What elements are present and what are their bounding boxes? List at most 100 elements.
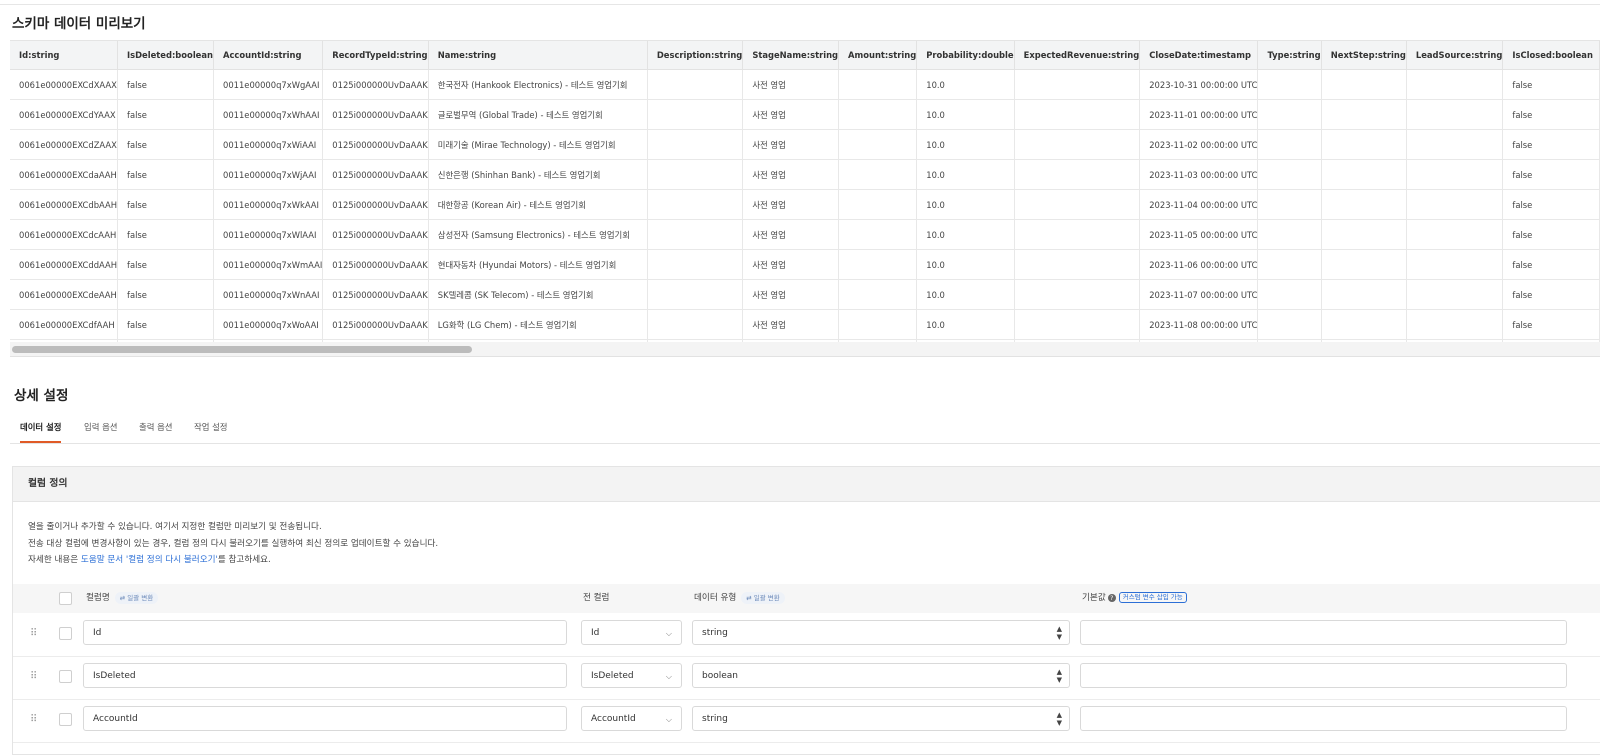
data-type-select[interactable]: boolean ▲ ▼	[692, 663, 1070, 688]
table-cell: 삼성전자 (Samsung Electronics) - 테스트 영업기회	[428, 219, 648, 250]
table-cell: 미래기술 (Mirae Technology) - 테스트 영업기회	[428, 129, 648, 160]
bulk-convert-name-button[interactable]: ⇄ 일괄 변환	[114, 591, 159, 604]
column-name-input[interactable]: AccountId	[83, 706, 567, 731]
tab-output-options[interactable]: 출력 옵션	[139, 411, 172, 443]
table-cell: false	[1502, 69, 1600, 100]
table-cell: false	[1502, 309, 1600, 340]
tab-job-settings[interactable]: 작업 설정	[194, 411, 227, 443]
table-cell	[1321, 279, 1407, 310]
table-cell: 0011e00000q7xWlAAI	[213, 219, 324, 250]
table-cell: 2023-10-31 00:00:00 UTC	[1139, 69, 1259, 100]
sort-arrows-icon: ▲ ▼	[1056, 668, 1062, 684]
drag-handle-icon[interactable]: ⠿	[30, 671, 37, 682]
chevron-down-icon: ⌵	[665, 672, 672, 681]
column-definition-row: ⠿ Id Id ⌵ string ▲ ▼	[13, 613, 1600, 657]
table-cell: 0011e00000q7xWkAAI	[213, 189, 324, 220]
table-cell	[838, 159, 918, 190]
select-value: AccountId	[591, 714, 636, 724]
drag-handle-icon[interactable]: ⠿	[30, 628, 37, 639]
source-column-select[interactable]: AccountId ⌵	[581, 706, 682, 731]
table-row: 0061e00000EXCdZAAX false 0011e00000q7xWiAA…	[10, 129, 1600, 160]
row-checkbox[interactable]	[59, 627, 72, 640]
table-cell: 0061e00000EXCdZAAX	[10, 129, 118, 160]
table-cell: 2023-11-03 00:00:00 UTC	[1139, 159, 1259, 190]
table-cell: false	[1502, 99, 1600, 130]
data-type-select[interactable]: string ▲ ▼	[692, 706, 1070, 731]
table-cell: 사전 영업	[742, 159, 840, 190]
input-value: AccountId	[93, 714, 138, 724]
table-cell	[1257, 189, 1322, 220]
row-checkbox[interactable]	[59, 713, 72, 726]
source-column-select[interactable]: IsDeleted ⌵	[581, 663, 682, 688]
table-cell	[1257, 279, 1322, 310]
column-header: StageName:string	[742, 41, 840, 70]
table-row: 0061e00000EXCdaAAH false 0011e00000q7xWjAA…	[10, 159, 1600, 190]
table-cell: 2023-11-06 00:00:00 UTC	[1139, 249, 1259, 280]
default-value-input[interactable]	[1080, 706, 1567, 731]
description-line: 열을 줄이거나 추가할 수 있습니다. 여기서 지정한 컬럼만 미리보기 및 전…	[28, 522, 322, 532]
column-name-input[interactable]: IsDeleted	[83, 663, 567, 688]
column-header: RecordTypeId:string	[322, 41, 429, 70]
default-value-input[interactable]	[1080, 663, 1567, 688]
column-definition-row: ⠿ IsDeleted IsDeleted ⌵ boolean ▲ ▼	[13, 656, 1600, 700]
table-cell: 0061e00000EXCdbAAH	[10, 189, 118, 220]
table-cell	[1014, 129, 1141, 160]
table-cell: 사전 영업	[742, 309, 840, 340]
help-doc-link[interactable]: 도움말 문서 '컬럼 정의 다시 불러오기'	[81, 555, 218, 565]
column-header: Amount:string	[838, 41, 918, 70]
select-value: Id	[591, 628, 600, 638]
source-column-select[interactable]: Id ⌵	[581, 620, 682, 645]
table-cell: 2023-11-01 00:00:00 UTC	[1139, 99, 1259, 130]
table-cell: 0061e00000EXCddAAH	[10, 249, 118, 280]
help-icon[interactable]: ?	[1107, 593, 1116, 602]
custom-variable-tag: 커스텀 변수 삽입 가능	[1118, 592, 1187, 603]
input-value: Id	[93, 628, 102, 638]
table-cell: 2023-11-04 00:00:00 UTC	[1139, 189, 1259, 220]
header-label: 컬럼명	[86, 593, 110, 603]
chevron-down-icon: ⌵	[665, 629, 672, 638]
default-value-input[interactable]	[1080, 620, 1567, 645]
bulk-convert-type-button[interactable]: ⇄ 일괄 변환	[741, 591, 785, 604]
header-data-type: 데이터 유형 ⇄ 일괄 변환	[694, 584, 785, 613]
table-cell: 0061e00000EXCdXAAX	[10, 69, 118, 100]
table-cell	[647, 99, 744, 130]
select-all-checkbox[interactable]	[59, 592, 72, 605]
table-cell	[647, 129, 744, 160]
table-row: 0061e00000EXCdcAAH false 0011e00000q7xWlAA…	[10, 219, 1600, 250]
scrollbar-thumb[interactable]	[12, 346, 472, 353]
table-cell	[1406, 99, 1504, 130]
table-cell	[1257, 129, 1322, 160]
header-column-name: 컬럼명 ⇄ 일괄 변환	[86, 584, 159, 613]
table-cell: false	[1502, 189, 1600, 220]
table-cell	[1406, 129, 1504, 160]
pill-label: 일괄 변환	[127, 593, 154, 602]
table-cell: 2023-11-07 00:00:00 UTC	[1139, 279, 1259, 310]
table-cell: false	[117, 249, 214, 280]
drag-handle-icon[interactable]: ⠿	[30, 714, 37, 725]
column-definition-header: 컬럼명 ⇄ 일괄 변환 전 컬럼 데이터 유형 ⇄ 일괄 변환 기본값? 커스텀 변수…	[13, 584, 1600, 613]
table-cell: 2023-11-02 00:00:00 UTC	[1139, 129, 1259, 160]
header-label: 데이터 유형	[694, 593, 737, 603]
data-type-select[interactable]: string ▲ ▼	[692, 620, 1070, 645]
column-name-input[interactable]: Id	[83, 620, 567, 645]
table-cell: 2023-11-08 00:00:00 UTC	[1139, 309, 1259, 340]
tab-input-options[interactable]: 입력 옵션	[84, 411, 117, 443]
horizontal-scrollbar[interactable]	[10, 342, 1600, 357]
table-cell	[1321, 159, 1407, 190]
schema-preview-title: 스키마 데이터 미리보기	[12, 16, 146, 32]
table-cell: false	[117, 309, 214, 340]
column-header: Id:string	[10, 41, 118, 70]
row-checkbox[interactable]	[59, 670, 72, 683]
table-cell: 10.0	[916, 309, 1015, 340]
table-cell: 0125i000000UvDaAAK	[322, 129, 429, 160]
table-cell	[1014, 189, 1141, 220]
description-line: 자세한 내용은 도움말 문서 '컬럼 정의 다시 불러오기'를 참고하세요.	[28, 552, 438, 569]
select-value: string	[702, 628, 728, 638]
preview-table: Id:string IsDeleted:boolean AccountId:stri…	[10, 41, 1600, 343]
table-row: 0061e00000EXCdXAAX false 0011e00000q7xWgAA…	[10, 69, 1600, 100]
tab-data-settings[interactable]: 데이터 설정	[20, 411, 62, 443]
table-cell	[1257, 309, 1322, 340]
table-cell	[1321, 249, 1407, 280]
column-definition-row: ⠿ AccountId AccountId ⌵ string ▲ ▼	[13, 699, 1600, 743]
table-cell: false	[1502, 159, 1600, 190]
